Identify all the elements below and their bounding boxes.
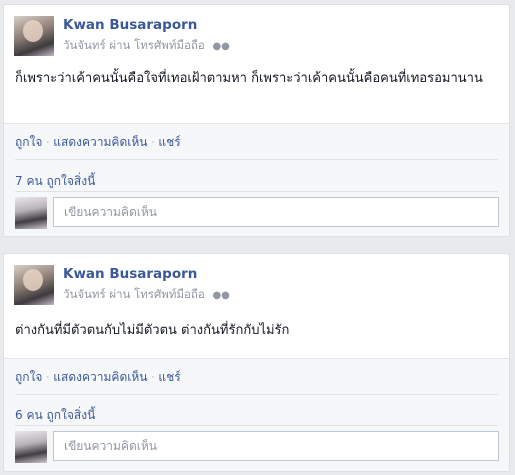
story-text: ต่างกันที่มีตัวตนกับไม่มีตัวตน ต่างกันที… [15, 323, 290, 338]
author-name-link[interactable]: Kwan Busaraporn [63, 17, 197, 33]
comment-input[interactable] [53, 431, 499, 461]
share-link[interactable]: แชร์ [158, 370, 180, 384]
story-actions: ถูกใจ · แสดงความคิดเห็น · แชร์ [15, 133, 181, 152]
divider [15, 425, 498, 426]
story-header: Kwan Busaraporn วันจันทร์ ผ่าน โทรศัพท์ม… [4, 5, 509, 57]
comment-link[interactable]: แสดงความคิดเห็น [53, 135, 147, 149]
likes-count-link[interactable]: 7 คน ถูกใจสิ่งนี้ [15, 172, 95, 191]
divider [15, 394, 498, 395]
avatar[interactable] [14, 265, 54, 305]
story-actions: ถูกใจ · แสดงความคิดเห็น · แชร์ [15, 368, 181, 387]
like-link[interactable]: ถูกใจ [15, 135, 42, 149]
separator-dot: · [46, 138, 50, 148]
avatar[interactable] [14, 16, 54, 56]
comment-input[interactable] [53, 197, 499, 227]
friends-icon[interactable]: ●● [212, 290, 229, 301]
share-link[interactable]: แชร์ [158, 135, 180, 149]
story-meta: วันจันทร์ ผ่าน โทรศัพท์มือถือ ●● [63, 37, 230, 55]
commenter-avatar [15, 197, 47, 229]
like-link[interactable]: ถูกใจ [15, 370, 42, 384]
divider [4, 358, 509, 359]
divider [15, 191, 498, 192]
commenter-avatar [15, 431, 47, 463]
separator-dot: · [151, 138, 155, 148]
friends-icon[interactable]: ●● [212, 41, 229, 52]
feed-story: Kwan Busaraporn วันจันทร์ ผ่าน โทรศัพท์ม… [3, 253, 510, 472]
story-header: Kwan Busaraporn วันจันทร์ ผ่าน โทรศัพท์ม… [4, 254, 509, 306]
separator-dot: · [151, 373, 155, 383]
timestamp-and-source[interactable]: วันจันทร์ ผ่าน โทรศัพท์มือถือ [63, 287, 205, 301]
divider [15, 159, 498, 160]
likes-count-link[interactable]: 6 คน ถูกใจสิ่งนี้ [15, 406, 95, 425]
divider [4, 123, 509, 124]
comment-link[interactable]: แสดงความคิดเห็น [53, 370, 147, 384]
timestamp-and-source[interactable]: วันจันทร์ ผ่าน โทรศัพท์มือถือ [63, 38, 205, 52]
separator-dot: · [46, 373, 50, 383]
story-meta: วันจันทร์ ผ่าน โทรศัพท์มือถือ ●● [63, 286, 230, 304]
feed-story: Kwan Busaraporn วันจันทร์ ผ่าน โทรศัพท์ม… [3, 4, 510, 237]
story-text: ก็เพราะว่าเค้าคนนั้นคือใจที่เทอเฝ้าตามหา… [15, 71, 483, 86]
author-name-link[interactable]: Kwan Busaraporn [63, 266, 197, 282]
